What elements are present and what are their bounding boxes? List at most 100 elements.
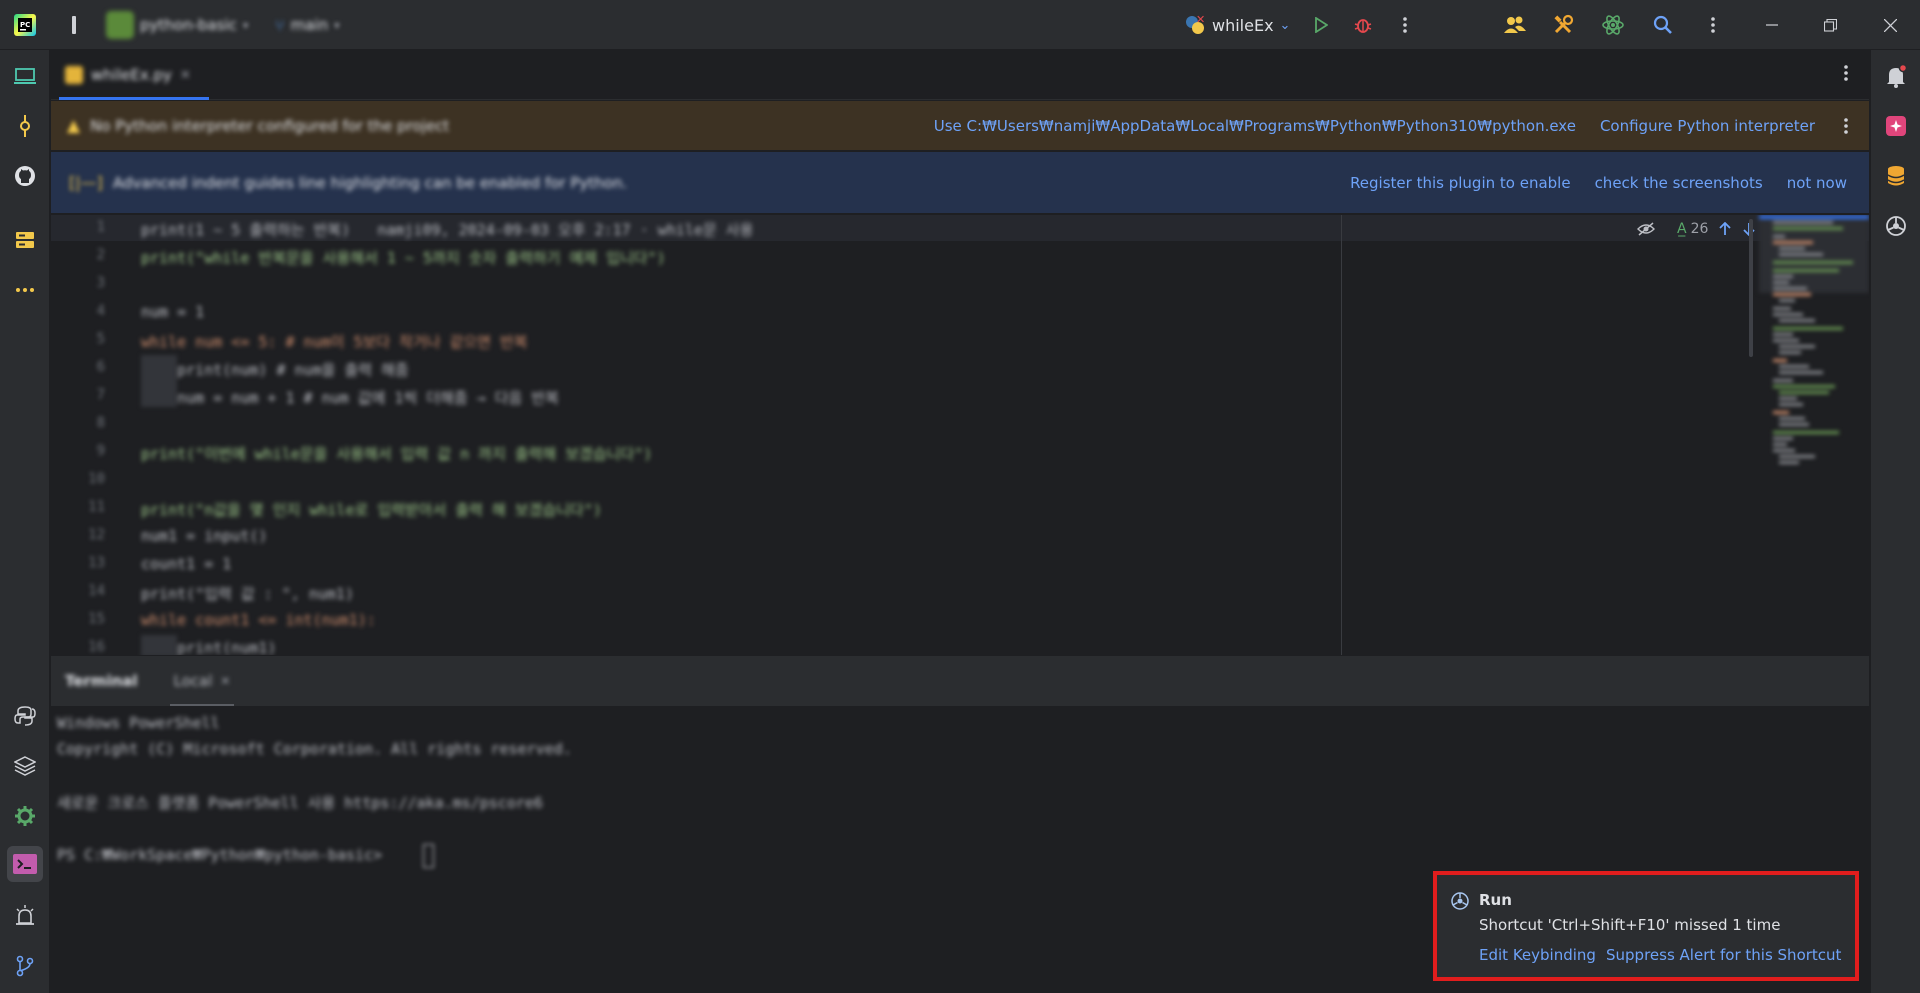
sciview-icon[interactable]	[1878, 208, 1914, 244]
code-editor[interactable]: 1 2 3 4 5 6 7 8 9 10 11 12 13 14 15 16 p…	[51, 215, 1869, 655]
hide-eye-icon[interactable]	[1637, 222, 1655, 236]
more-tools-icon[interactable]	[7, 272, 43, 308]
line-number: 3	[96, 275, 105, 291]
code-line: count1 = 1	[141, 555, 232, 573]
run-config-name: whileEx	[1212, 15, 1274, 35]
editor-scrollbar[interactable]	[1749, 219, 1753, 357]
code-line: num = num + 1 # num 값에 1씩 더해줌 → 다음 반복	[141, 389, 559, 407]
python-console-icon[interactable]	[7, 698, 43, 734]
git-tool-icon[interactable]	[7, 948, 43, 984]
ai-chat-icon[interactable]	[1878, 108, 1914, 144]
active-tab-indicator	[59, 97, 209, 100]
github-icon[interactable]	[7, 158, 43, 194]
code-line: num1 = input()	[141, 527, 268, 545]
chevron-down-icon: ▾	[334, 18, 340, 32]
database-icon[interactable]	[1878, 158, 1914, 194]
code-line: while count1 <= int(num1):	[141, 611, 376, 629]
terminal-title[interactable]: Terminal	[65, 672, 138, 690]
line-number: 14	[88, 583, 105, 599]
structure-tool-icon[interactable]	[7, 222, 43, 258]
previous-highlight-icon[interactable]	[1718, 222, 1732, 236]
close-window-icon[interactable]	[1870, 0, 1910, 50]
svg-text:✕: ✕	[1196, 14, 1205, 26]
services-tool-icon[interactable]	[7, 798, 43, 834]
indent-guides-icon: [|—]	[69, 173, 103, 192]
line-number: 8	[96, 415, 105, 431]
run-widget-icon	[1451, 892, 1469, 910]
search-icon[interactable]	[1648, 0, 1678, 50]
run-button[interactable]	[1308, 0, 1334, 50]
restore-window-icon[interactable]	[1810, 0, 1850, 50]
banner-options-icon[interactable]	[1843, 117, 1849, 135]
close-tab-icon[interactable]: ✕	[180, 68, 191, 83]
project-tool-icon[interactable]	[7, 58, 43, 94]
line-number: 6	[96, 359, 105, 375]
not-now-link[interactable]: not now	[1787, 174, 1847, 192]
terminal-line: Copyright (C) Microsoft Corporation. All…	[57, 740, 572, 758]
notifications-icon[interactable]	[1878, 58, 1914, 94]
register-plugin-link[interactable]: Register this plugin to enable	[1350, 174, 1571, 192]
configure-interpreter-link[interactable]: Configure Python interpreter	[1600, 117, 1815, 135]
edit-keybinding-link[interactable]: Edit Keybinding	[1479, 946, 1596, 964]
terminal-prompt: PS C:₩WorkSpace₩Python₩python-basic>	[57, 846, 392, 864]
terminal-line: 새로운 크로스 플랫폼 PowerShell 사용 https://aka.ms…	[57, 794, 543, 812]
line-number: 1	[96, 219, 105, 235]
suppress-alert-link[interactable]: Suppress Alert for this Shortcut	[1606, 946, 1841, 964]
right-tool-strip	[1870, 50, 1920, 993]
check-screenshots-link[interactable]: check the screenshots	[1595, 174, 1763, 192]
code-line: print(1 ~ 5 출력하는 반복) namji09, 2024-09-03…	[141, 221, 754, 239]
notification-message: Shortcut 'Ctrl+Shift+F10' missed 1 time	[1479, 916, 1781, 934]
code-line: print("입력 값 : ", num1)	[141, 585, 354, 603]
line-number-gutter: 1 2 3 4 5 6 7 8 9 10 11 12 13 14 15 16	[51, 215, 121, 655]
code-line: print("n값을 몇 인지 while로 입력받아서 출력 해 보겠습니다"…	[141, 501, 602, 519]
tab-options-icon[interactable]	[1843, 64, 1849, 82]
tab-local[interactable]: Local ✕	[169, 656, 235, 706]
inspection-widget[interactable]: A̲ 26	[1637, 221, 1756, 237]
branch-name: main	[290, 16, 329, 34]
editor-tabs: whileEx.py ✕	[51, 50, 1869, 100]
python-file-icon	[65, 66, 83, 84]
python-file-icon: ✕	[1184, 14, 1206, 36]
main-menu-icon[interactable]	[64, 0, 84, 50]
tab-file-name: whileEx.py	[91, 66, 172, 84]
ai-assistant-icon[interactable]	[1598, 0, 1628, 50]
line-number: 5	[96, 331, 105, 347]
code-minimap[interactable]	[1759, 215, 1869, 655]
plugin-suggestion-banner: [|—] Advanced indent guides line highlig…	[51, 152, 1869, 214]
chevron-down-icon: ⌄	[1279, 17, 1291, 33]
branch-icon: ⑂	[275, 15, 285, 35]
python-packages-icon[interactable]	[7, 748, 43, 784]
line-number: 11	[88, 499, 105, 515]
pycharm-logo-icon[interactable]: PC	[10, 0, 40, 50]
line-number: 4	[96, 303, 105, 319]
line-number: 9	[96, 443, 105, 459]
terminal-tool-icon[interactable]	[7, 846, 43, 882]
close-tab-icon[interactable]: ✕	[220, 674, 230, 688]
settings-menu-icon[interactable]	[1700, 0, 1726, 50]
tab-whileex[interactable]: whileEx.py ✕	[59, 50, 209, 100]
run-configuration-selector[interactable]: ✕ whileEx ⌄	[1184, 0, 1291, 50]
typo-icon: A̲	[1677, 221, 1687, 237]
typo-count: 26	[1690, 221, 1709, 237]
commit-tool-icon[interactable]	[7, 108, 43, 144]
terminal-cursor	[423, 844, 434, 868]
minimize-window-icon[interactable]	[1752, 0, 1792, 50]
project-avatar-icon	[106, 11, 134, 39]
plugin-banner-message: Advanced indent guides line highlighting…	[112, 173, 628, 192]
code-with-me-icon[interactable]	[1500, 0, 1530, 50]
line-number: 10	[88, 471, 105, 487]
project-widget[interactable]: python-basic ▾	[106, 0, 256, 50]
problems-tool-icon[interactable]	[7, 898, 43, 934]
debug-button[interactable]	[1350, 0, 1376, 50]
use-interpreter-link[interactable]: Use C:₩Users₩namji₩AppData₩Local₩Program…	[934, 117, 1576, 135]
code-line: while num <= 5: # num이 5보다 작거나 같으면 반복	[141, 333, 528, 351]
line-number: 15	[88, 611, 105, 627]
more-actions-icon[interactable]	[1392, 0, 1418, 50]
code-line: print(num) # num을 출력 해줌	[141, 361, 409, 379]
code-line: print(num1)	[141, 639, 277, 655]
tools-icon[interactable]	[1548, 0, 1578, 50]
branch-widget[interactable]: ⑂ main ▾	[275, 0, 365, 50]
interpreter-warning-banner: ▲ No Python interpreter configured for t…	[51, 101, 1869, 151]
right-margin-guide	[1341, 215, 1342, 655]
terminal-line: Windows PowerShell	[57, 714, 220, 732]
